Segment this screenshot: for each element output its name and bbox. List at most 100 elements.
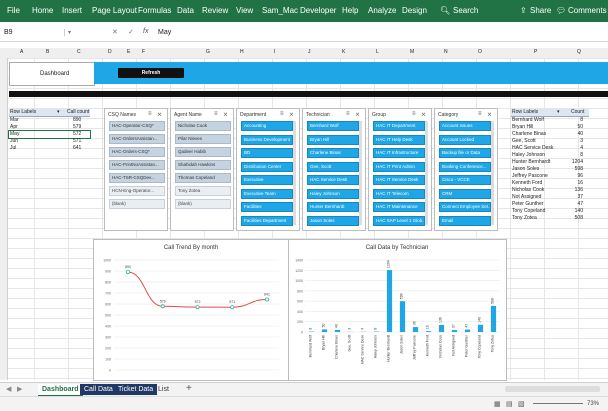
refresh-button[interactable]: Refresh: [118, 68, 184, 78]
normal-view-icon[interactable]: ▦: [494, 400, 501, 408]
slicer-item[interactable]: HAC Service Desk: [307, 175, 359, 185]
slicer-category[interactable]: Category≡⨯Account IssuesAccount LockedBa…: [434, 108, 498, 231]
column-header[interactable]: O: [478, 49, 482, 55]
comments-button[interactable]: Comments: [568, 6, 607, 15]
slicer-item[interactable]: Facilities: [241, 202, 293, 212]
slicer-item[interactable]: CRM: [439, 189, 491, 199]
search-icon[interactable]: 🔍︎: [440, 6, 450, 15]
tab-view[interactable]: View: [236, 6, 253, 15]
slicer-item[interactable]: Connect Employee Set...: [439, 202, 491, 212]
clear-filter-icon[interactable]: ⨯: [421, 111, 426, 118]
slicer-item[interactable]: Booking Conference...: [439, 162, 491, 172]
slicer-item[interactable]: Jason Soles: [307, 216, 359, 226]
slicer-item[interactable]: HAC-TSR-CSQDev...: [109, 173, 165, 183]
column-header[interactable]: K: [342, 49, 345, 55]
multi-select-icon[interactable]: ≡: [346, 111, 350, 117]
slicer-item[interactable]: Qadeer Habib: [175, 147, 231, 157]
slicer-item[interactable]: Thomas Copeland: [175, 173, 231, 183]
multi-select-icon[interactable]: ≡: [478, 111, 482, 117]
table-row[interactable]: Jason Soles598: [511, 166, 589, 173]
tab-page-layout[interactable]: Page Layout: [92, 6, 137, 15]
slicer-scrollbar[interactable]: [425, 121, 428, 225]
search-box[interactable]: Search: [453, 6, 478, 15]
slicer-item[interactable]: Account Locked: [439, 135, 491, 145]
tab-developer[interactable]: Developer: [300, 6, 336, 15]
column-header[interactable]: D: [108, 49, 112, 55]
table-row[interactable]: Apr 579: [9, 124, 90, 131]
column-header[interactable]: E: [127, 49, 130, 55]
slicer-item[interactable]: Executive Team: [241, 189, 293, 199]
slicer-item[interactable]: HAC-OrdersAssistan...: [109, 134, 165, 144]
zoom-level[interactable]: 73%: [587, 401, 599, 407]
column-header[interactable]: J: [308, 49, 311, 55]
clear-filter-icon[interactable]: ⨯: [223, 111, 228, 118]
next-sheet-icon[interactable]: ▶: [17, 385, 22, 393]
name-box[interactable]: B9: [4, 29, 65, 36]
slicer-item[interactable]: HAC-PrintNoAssistan...: [109, 160, 165, 170]
tab-insert[interactable]: Insert: [62, 6, 82, 15]
slicer-item[interactable]: Shahidah Hawkins: [175, 160, 231, 170]
formula-input[interactable]: May: [158, 29, 171, 36]
column-header[interactable]: G: [206, 49, 210, 55]
row-headers[interactable]: [0, 58, 8, 380]
slicer-technician[interactable]: Technician≡⨯Bernhard WolfBryan HillCharl…: [302, 108, 366, 231]
column-header[interactable]: F: [142, 49, 145, 55]
slicer-item[interactable]: Tony Zotea: [175, 186, 231, 196]
table-row[interactable]: Bryan Hill50: [511, 124, 589, 131]
table-row[interactable]: Kenneth Ford16: [511, 180, 589, 187]
multi-select-icon[interactable]: ≡: [280, 111, 284, 117]
slicer-item[interactable]: Gee, Scott: [307, 162, 359, 172]
tab-analyze[interactable]: Analyze: [368, 6, 396, 15]
slicer-item[interactable]: Charlene Binas: [307, 148, 359, 158]
zoom-slider[interactable]: [533, 403, 583, 404]
filter-icon[interactable]: ▾: [57, 109, 60, 116]
line-chart-panel[interactable]: Call Trend By month010020030040050060070…: [93, 239, 290, 381]
multi-select-icon[interactable]: ≡: [412, 111, 416, 117]
clear-filter-icon[interactable]: ⨯: [487, 111, 492, 118]
slicer-item[interactable]: Nicholas Cook: [175, 121, 231, 131]
slicer-item[interactable]: Hunter Bernhardt: [307, 202, 359, 212]
slicer-csq-names[interactable]: CSQ Names≡⨯HAC-Operator-CSQ*HAC-OrdersAs…: [104, 108, 168, 231]
slicer-item[interactable]: Pilar Nieves: [175, 134, 231, 144]
slicer-item[interactable]: HAC IT Maintenance: [373, 202, 425, 212]
table-row[interactable]: Bernhard Wolf8: [511, 117, 589, 124]
column-header[interactable]: I: [274, 49, 275, 55]
table-row[interactable]: Mar 890: [9, 117, 90, 124]
table-row[interactable]: Jeffrey Pascone96: [511, 173, 589, 180]
prev-sheet-icon[interactable]: ◀: [6, 385, 11, 393]
slicer-item[interactable]: BD: [241, 148, 293, 158]
add-sheet-button[interactable]: +: [186, 383, 192, 394]
slicer-item[interactable]: HAC SAP Level 1 Glob...: [373, 216, 425, 226]
multi-select-icon[interactable]: ≡: [214, 111, 218, 117]
table-row-selected[interactable]: May 572: [9, 131, 90, 138]
column-header[interactable]: B: [46, 49, 49, 55]
sheet-tab-ticket-data[interactable]: Ticket Data: [114, 384, 157, 395]
slicer-item[interactable]: Email: [439, 216, 491, 226]
tab-home[interactable]: Home: [32, 6, 53, 15]
slicer-item[interactable]: Backup file or Data: [439, 148, 491, 158]
slicer-item[interactable]: Account Issues: [439, 121, 491, 131]
table-row[interactable]: Hunter Bernhardt1204: [511, 159, 589, 166]
filter-icon[interactable]: ▾: [557, 109, 560, 116]
table-row[interactable]: Tony Zotea508: [511, 215, 589, 222]
slicer-agent-name[interactable]: Agent Name≡⨯Nicholas CookPilar NievesQad…: [170, 108, 234, 231]
table-row[interactable]: Nicholas Cook136: [511, 187, 589, 194]
fx-icon[interactable]: fx: [143, 28, 148, 35]
slicer-item[interactable]: Executive: [241, 175, 293, 185]
slicer-item[interactable]: HAC IT Infrastructure: [373, 148, 425, 158]
clear-filter-icon[interactable]: ⨯: [157, 111, 162, 118]
multi-select-icon[interactable]: ≡: [148, 111, 152, 117]
tab-formulas[interactable]: Formulas: [138, 6, 171, 15]
column-header[interactable]: C: [77, 49, 81, 55]
pivot-header-labels[interactable]: Row Labels: [10, 109, 36, 116]
share-button[interactable]: Share: [530, 6, 551, 15]
table-row[interactable]: Tony Copeland140: [511, 208, 589, 215]
comments-icon[interactable]: 💬︎: [556, 6, 566, 15]
slicer-scrollbar[interactable]: [491, 121, 494, 225]
pivot-table-technicians[interactable]: Row Labels ▾ Count Bernhard Wolf8Bryan H…: [511, 109, 589, 222]
clear-filter-icon[interactable]: ⨯: [289, 111, 294, 118]
slicer-item[interactable]: HAC-Operator-CSQ*: [109, 121, 165, 131]
enter-icon[interactable]: ✓: [128, 28, 134, 36]
slicer-item[interactable]: Haley Johnson: [307, 189, 359, 199]
tab-review[interactable]: Review: [202, 6, 228, 15]
